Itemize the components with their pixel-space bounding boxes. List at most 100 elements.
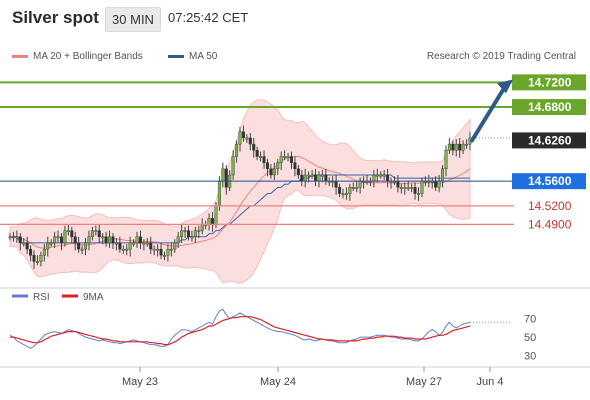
candle-body: [351, 187, 355, 189]
candle-body: [114, 242, 118, 245]
candle-body: [200, 224, 204, 231]
candle-body: [35, 261, 39, 263]
candle-body: [382, 174, 386, 177]
legend-9ma-label: 9MA: [83, 292, 104, 303]
candle-body: [108, 236, 112, 244]
candle-body: [447, 143, 451, 151]
candle-body: [379, 174, 383, 177]
candle-body: [149, 242, 153, 250]
rsi-tick-label: 30: [524, 351, 536, 363]
support-label: 14.4900: [528, 217, 572, 231]
candle-body: [46, 242, 50, 250]
resistance-label: 14.6800: [528, 100, 572, 114]
candle-body: [441, 168, 445, 182]
candle-body: [42, 248, 46, 256]
candle-body: [183, 230, 187, 232]
rsi-tick-label: 50: [524, 332, 536, 344]
candle-body: [193, 230, 197, 237]
candle-body: [101, 236, 105, 239]
candle-body: [156, 248, 160, 251]
candle-body: [224, 168, 228, 188]
candle-body: [465, 143, 469, 146]
candle-body: [135, 236, 139, 244]
candle-body: [231, 156, 235, 176]
support-label: 14.5200: [528, 199, 572, 213]
candle-body: [334, 180, 338, 188]
candle-body: [289, 156, 293, 163]
candle-body: [310, 174, 314, 177]
candle-body: [461, 143, 465, 151]
candle-body: [53, 236, 57, 244]
candle-body: [94, 230, 98, 232]
candle-body: [375, 174, 379, 177]
candle-body: [262, 156, 266, 163]
candle-body: [348, 187, 352, 194]
candle-body: [307, 174, 311, 177]
candle-body: [176, 236, 180, 244]
candle-body: [22, 242, 26, 245]
candle-body: [211, 218, 215, 225]
candle-body: [344, 193, 348, 195]
candle-body: [238, 131, 242, 145]
candle-body: [121, 248, 125, 251]
candle-body: [406, 187, 410, 189]
candle-body: [118, 242, 122, 250]
resistance-label: 14.7200: [528, 75, 572, 89]
candle-body: [15, 236, 19, 239]
candle-body: [314, 174, 318, 182]
candle-body: [265, 162, 269, 170]
candle-body: [77, 242, 81, 250]
x-tick-label: May 27: [406, 376, 442, 388]
candle-body: [386, 174, 390, 182]
candle-body: [39, 255, 43, 262]
candle-body: [403, 187, 407, 189]
candle-body: [320, 174, 324, 177]
candle-body: [303, 174, 307, 182]
candle-body: [399, 187, 403, 189]
candle-body: [454, 143, 458, 151]
candle-body: [214, 205, 218, 225]
candle-body: [32, 255, 36, 262]
candle-body: [132, 242, 136, 245]
candle-body: [296, 168, 300, 176]
candle-body: [138, 236, 142, 244]
x-tick-label: May 24: [260, 376, 296, 388]
candle-body: [18, 236, 22, 244]
candle-body: [128, 242, 132, 250]
candle-body: [248, 137, 252, 145]
candle-body: [11, 236, 15, 239]
pivot-label: 14.5600: [528, 174, 572, 188]
rsi-line: [9, 308, 471, 349]
candle-body: [444, 150, 448, 170]
candle-body: [166, 248, 170, 256]
candle-body: [252, 143, 256, 151]
candle-body: [90, 230, 94, 237]
candle-body: [458, 143, 462, 151]
candle-body: [413, 187, 417, 194]
candle-body: [300, 174, 304, 182]
candle-body: [84, 242, 88, 250]
candle-body: [87, 236, 91, 244]
candle-body: [25, 242, 29, 250]
candle-body: [417, 193, 421, 195]
candle-body: [272, 168, 276, 176]
candle-body: [341, 193, 345, 195]
candle-body: [221, 168, 225, 182]
candle-body: [63, 230, 67, 244]
candle-body: [29, 248, 33, 256]
candle-body: [286, 156, 290, 158]
candle-body: [187, 230, 191, 237]
candle-body: [73, 236, 77, 244]
candle-body: [59, 236, 63, 244]
candle-body: [97, 230, 101, 237]
candle-body: [56, 236, 60, 239]
candle-body: [111, 236, 115, 244]
candle-body: [451, 143, 455, 151]
candle-body: [241, 131, 245, 139]
candle-body: [142, 242, 146, 245]
candle-body: [104, 236, 108, 244]
candle-body: [372, 174, 376, 182]
rsi-9ma-line: [10, 316, 471, 346]
x-tick-label: Jun 4: [477, 376, 504, 388]
candle-body: [255, 150, 259, 157]
